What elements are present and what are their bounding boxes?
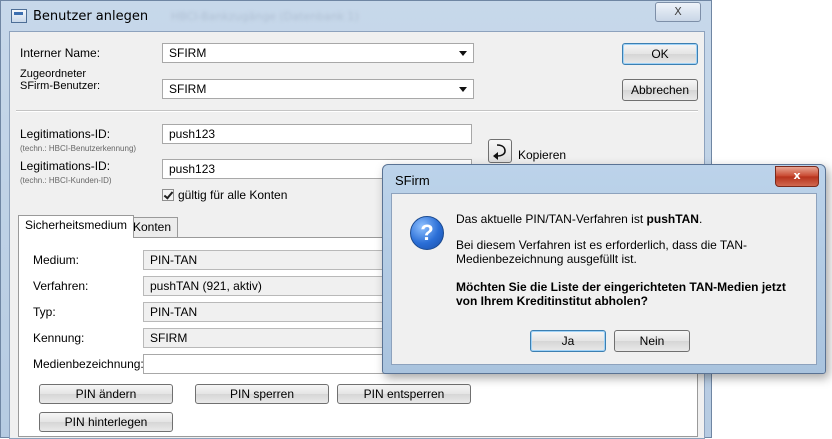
yes-button[interactable]: Ja	[530, 330, 606, 352]
tab-security-medium[interactable]: Sicherheitsmedium	[18, 215, 135, 238]
no-button[interactable]: Nein	[614, 330, 690, 352]
legit-id-hint-1: (techn.: HBCI-Benutzerkennung)	[20, 144, 137, 153]
title-bar[interactable]: Benutzer anlegen HBCI-Bankzugänge (Daten…	[1, 1, 711, 31]
copy-arrow-icon	[493, 144, 506, 160]
type-label: Typ:	[33, 305, 56, 319]
pin-lock-button[interactable]: PIN sperren	[195, 384, 329, 404]
assigned-user-label-line1: Zugeordneter	[20, 68, 87, 80]
chevron-down-icon	[459, 87, 467, 92]
close-button[interactable]: X	[655, 2, 701, 22]
procedure-label: Verfahren:	[33, 279, 89, 293]
window-title-extra: HBCI-Bankzugänge (Datenbank 1)	[171, 10, 359, 23]
dialog-close-button[interactable]: x	[775, 166, 819, 187]
question-line-b: von Ihrem Kreditinstitut abholen?	[456, 294, 649, 308]
copy-button[interactable]	[488, 139, 512, 163]
copy-label: Kopieren	[518, 148, 567, 162]
chevron-down-icon	[459, 51, 467, 56]
assigned-user-label: Zugeordneter SFirm-Benutzer:	[20, 68, 100, 92]
assigned-user-combo[interactable]: SFIRM	[162, 79, 474, 99]
dialog-question: Möchten Sie die Liste der eingerichteten…	[456, 280, 786, 308]
legit-id-label-1: Legitimations-ID:	[20, 127, 111, 141]
line1-bold: pushTAN	[646, 212, 699, 226]
valid-all-accounts-label: gültig für alle Konten	[178, 188, 288, 202]
window-title: Benutzer anlegen	[33, 9, 149, 24]
dialog-title: SFirm	[395, 173, 430, 188]
sfirm-dialog: SFirm x ? Das aktuelle PIN/TAN-Verfahren…	[382, 164, 826, 374]
legit-id-field-1[interactable]: push123	[162, 124, 472, 144]
legit-id-label-2: Legitimations-ID:	[20, 159, 111, 173]
close-icon: x	[793, 169, 801, 182]
pin-deposit-button[interactable]: PIN hinterlegen	[39, 412, 173, 432]
line1-suffix: .	[698, 212, 703, 226]
line2a: Bei diesem Verfahren ist es erforderlich…	[456, 238, 748, 252]
ok-button[interactable]: OK	[622, 43, 698, 65]
id-label: Kennung:	[33, 331, 85, 345]
pin-unlock-button[interactable]: PIN entsperren	[337, 384, 471, 404]
dialog-message-line2: Bei diesem Verfahren ist es erforderlich…	[456, 238, 747, 266]
media-name-label: Medienbezeichnung:	[33, 357, 144, 371]
app-icon	[11, 9, 27, 23]
cancel-button[interactable]: Abbrechen	[622, 79, 698, 101]
line1-prefix: Das aktuelle PIN/TAN-Verfahren ist	[456, 212, 647, 226]
internal-name-combo[interactable]: SFIRM	[162, 43, 474, 63]
internal-name-label: Interner Name:	[20, 46, 101, 60]
internal-name-value: SFIRM	[169, 46, 207, 60]
valid-all-accounts-checkbox[interactable]	[162, 189, 174, 201]
assigned-user-value: SFIRM	[169, 82, 207, 96]
line2b: Medienbezeichnung ausgefüllt ist.	[456, 252, 637, 266]
question-icon: ?	[410, 216, 444, 250]
question-line-a: Möchten Sie die Liste der eingerichteten…	[456, 280, 786, 294]
divider	[16, 110, 698, 112]
close-icon: X	[674, 5, 682, 18]
pin-change-button[interactable]: PIN ändern	[39, 384, 173, 404]
assigned-user-label-line2: SFirm-Benutzer:	[20, 80, 101, 92]
legit-id-hint-2: (techn.: HBCI-Kunden-ID)	[20, 176, 112, 185]
medium-label: Medium:	[33, 253, 80, 267]
dialog-body: ? Das aktuelle PIN/TAN-Verfahren ist pus…	[391, 193, 817, 365]
dialog-message-line1: Das aktuelle PIN/TAN-Verfahren ist pushT…	[456, 212, 702, 226]
